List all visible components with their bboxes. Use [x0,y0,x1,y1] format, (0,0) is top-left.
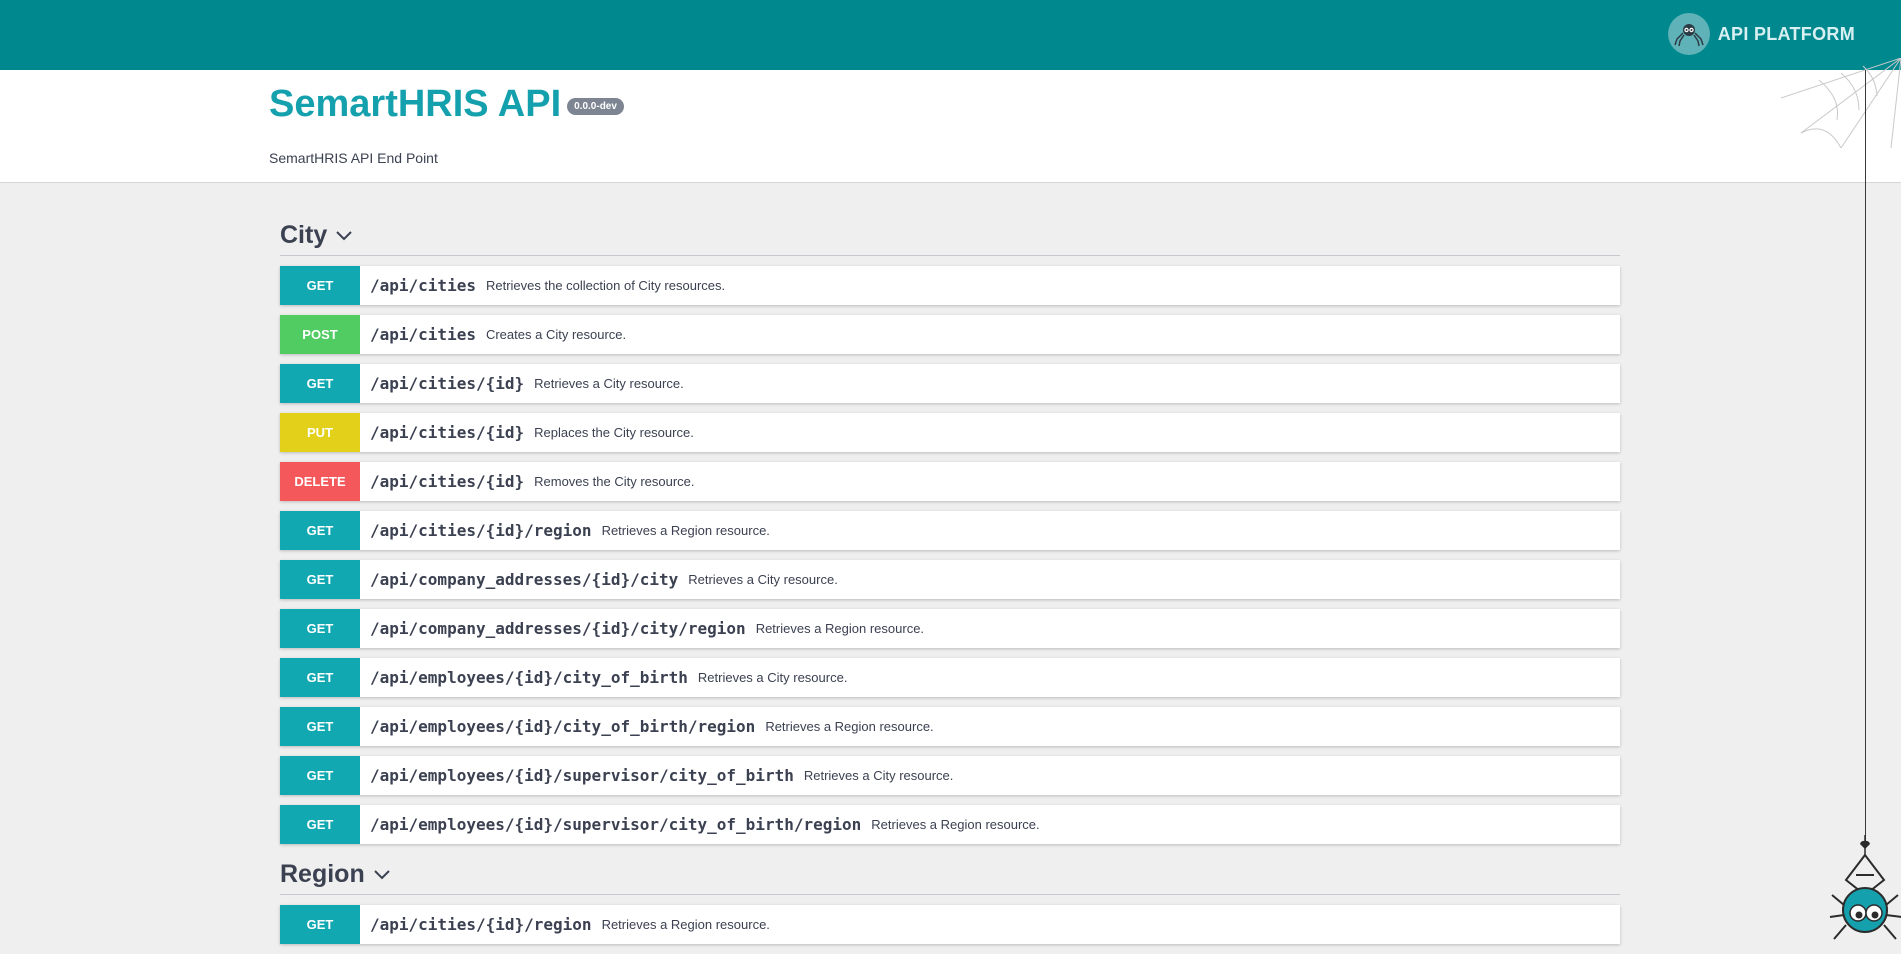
operation-row[interactable]: GET/api/company_addresses/{id}/city/regi… [280,609,1620,648]
operation-path: /api/cities [370,276,476,295]
operation-path: /api/cities/{id} [370,374,525,393]
operation-summary: Replaces the City resource. [534,425,694,440]
chevron-down-icon[interactable] [335,226,353,244]
method-badge-get[interactable]: GET [280,266,360,305]
operation-row[interactable]: GET/api/cities Retrieves the collection o… [280,266,1620,305]
operation-path: /api/cities/{id} [370,423,525,442]
operation-path: /api/company_addresses/{id}/city [370,570,679,589]
operation-summary: Retrieves the collection of City resourc… [485,278,726,293]
method-badge-get[interactable]: GET [280,364,360,403]
operation-row[interactable]: GET/api/cities/{id}/region Retrieves a Re… [280,511,1620,550]
operation-summary: Retrieves a City resource. [697,670,848,685]
operation-row[interactable]: GET/api/company_addresses/{id}/city Retri… [280,560,1620,599]
section-title: Region [280,859,365,888]
spider-logo-icon [1667,13,1710,55]
operation-path: /api/employees/{id}/supervisor/city_of_b… [370,815,862,834]
operation-path: /api/employees/{id}/city_of_birth/region [370,717,756,736]
section-title: City [280,220,328,249]
section-header-city[interactable]: City [280,215,1620,256]
operation-summary: Creates a City resource. [485,327,627,342]
method-badge-get[interactable]: GET [280,658,360,697]
operation-summary: Retrieves a Region resource. [755,621,925,636]
operation-path: /api/cities/{id} [370,472,525,491]
method-badge-get[interactable]: GET [280,756,360,795]
operation-summary: Retrieves a City resource. [534,376,684,391]
method-badge-get[interactable]: GET [280,707,360,746]
operations-list: City GET/api/cities Retrieves the collecti… [280,215,1620,954]
spider-thread [1865,70,1866,848]
operation-row[interactable]: GET/api/employees/{id}/supervisor/city_o… [280,805,1620,844]
operation-summary: Retrieves a Region resource. [601,917,770,932]
operation-summary: Retrieves a Region resource. [601,523,770,538]
operation-summary: Removes the City resource. [534,474,695,489]
operation-row[interactable]: PUT/api/cities/{id} Replaces the City res… [280,413,1620,452]
operation-summary: Retrieves a Region resource. [871,817,1040,832]
top-bar: API PLATFORM [0,0,1901,70]
api-description: SemartHRIS API End Point [269,150,438,166]
operation-path: /api/cities [370,325,476,344]
method-badge-get[interactable]: GET [280,805,360,844]
operation-row[interactable]: GET/api/cities/{id} Retrieves a City reso… [280,364,1620,403]
operation-row[interactable]: GET/api/employees/{id}/city_of_birth Retr… [280,658,1620,697]
section-header-region[interactable]: Region [280,854,1620,895]
page-title: SemartHRIS API [269,83,562,125]
operation-path: /api/company_addresses/{id}/city/region [370,619,746,638]
api-platform-brand[interactable]: API PLATFORM [1667,12,1855,56]
operation-path: /api/cities/{id}/region [370,521,592,540]
operation-row[interactable]: POST/api/cities Creates a City resource. [280,315,1620,354]
method-badge-post[interactable]: POST [280,315,360,354]
operation-path: /api/cities/{id}/region [370,915,592,934]
method-badge-get[interactable]: GET [280,905,360,944]
operation-row[interactable]: GET/api/employees/{id}/city_of_birth/reg… [280,707,1620,746]
brand-label: API PLATFORM [1717,23,1855,44]
operation-path: /api/employees/{id}/city_of_birth [370,668,688,687]
operation-summary: Retrieves a City resource. [803,768,954,783]
method-badge-put[interactable]: PUT [280,413,360,452]
operation-path: /api/employees/{id}/supervisor/city_of_b… [370,766,794,785]
method-badge-get[interactable]: GET [280,609,360,648]
version-badge: 0.0.0-dev [567,98,624,115]
method-badge-get[interactable]: GET [280,560,360,599]
operation-row[interactable]: DELETE/api/cities/{id} Removes the City r… [280,462,1620,501]
operation-summary: Retrieves a City resource. [688,572,838,587]
operation-row[interactable]: GET/api/employees/{id}/supervisor/city_o… [280,756,1620,795]
operation-row[interactable]: GET/api/cities/{id}/region Retrieves a Re… [280,905,1620,944]
chevron-down-icon[interactable] [373,865,391,883]
method-badge-delete[interactable]: DELETE [280,462,360,501]
spider-web-icon [1781,58,1901,148]
operation-summary: Retrieves a Region resource. [765,719,934,734]
spider-mascot-icon [1829,835,1901,940]
method-badge-get[interactable]: GET [280,511,360,550]
api-info: SemartHRIS API 0.0.0-dev SemartHRIS API … [0,70,1901,183]
